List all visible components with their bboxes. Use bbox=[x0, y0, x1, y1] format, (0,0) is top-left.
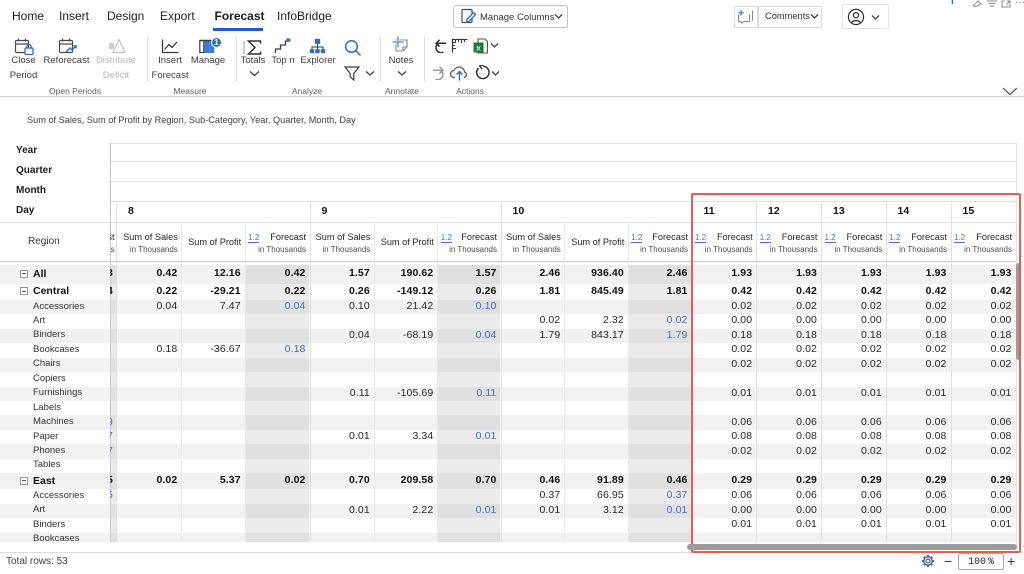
svg-text:x: x bbox=[476, 43, 481, 53]
